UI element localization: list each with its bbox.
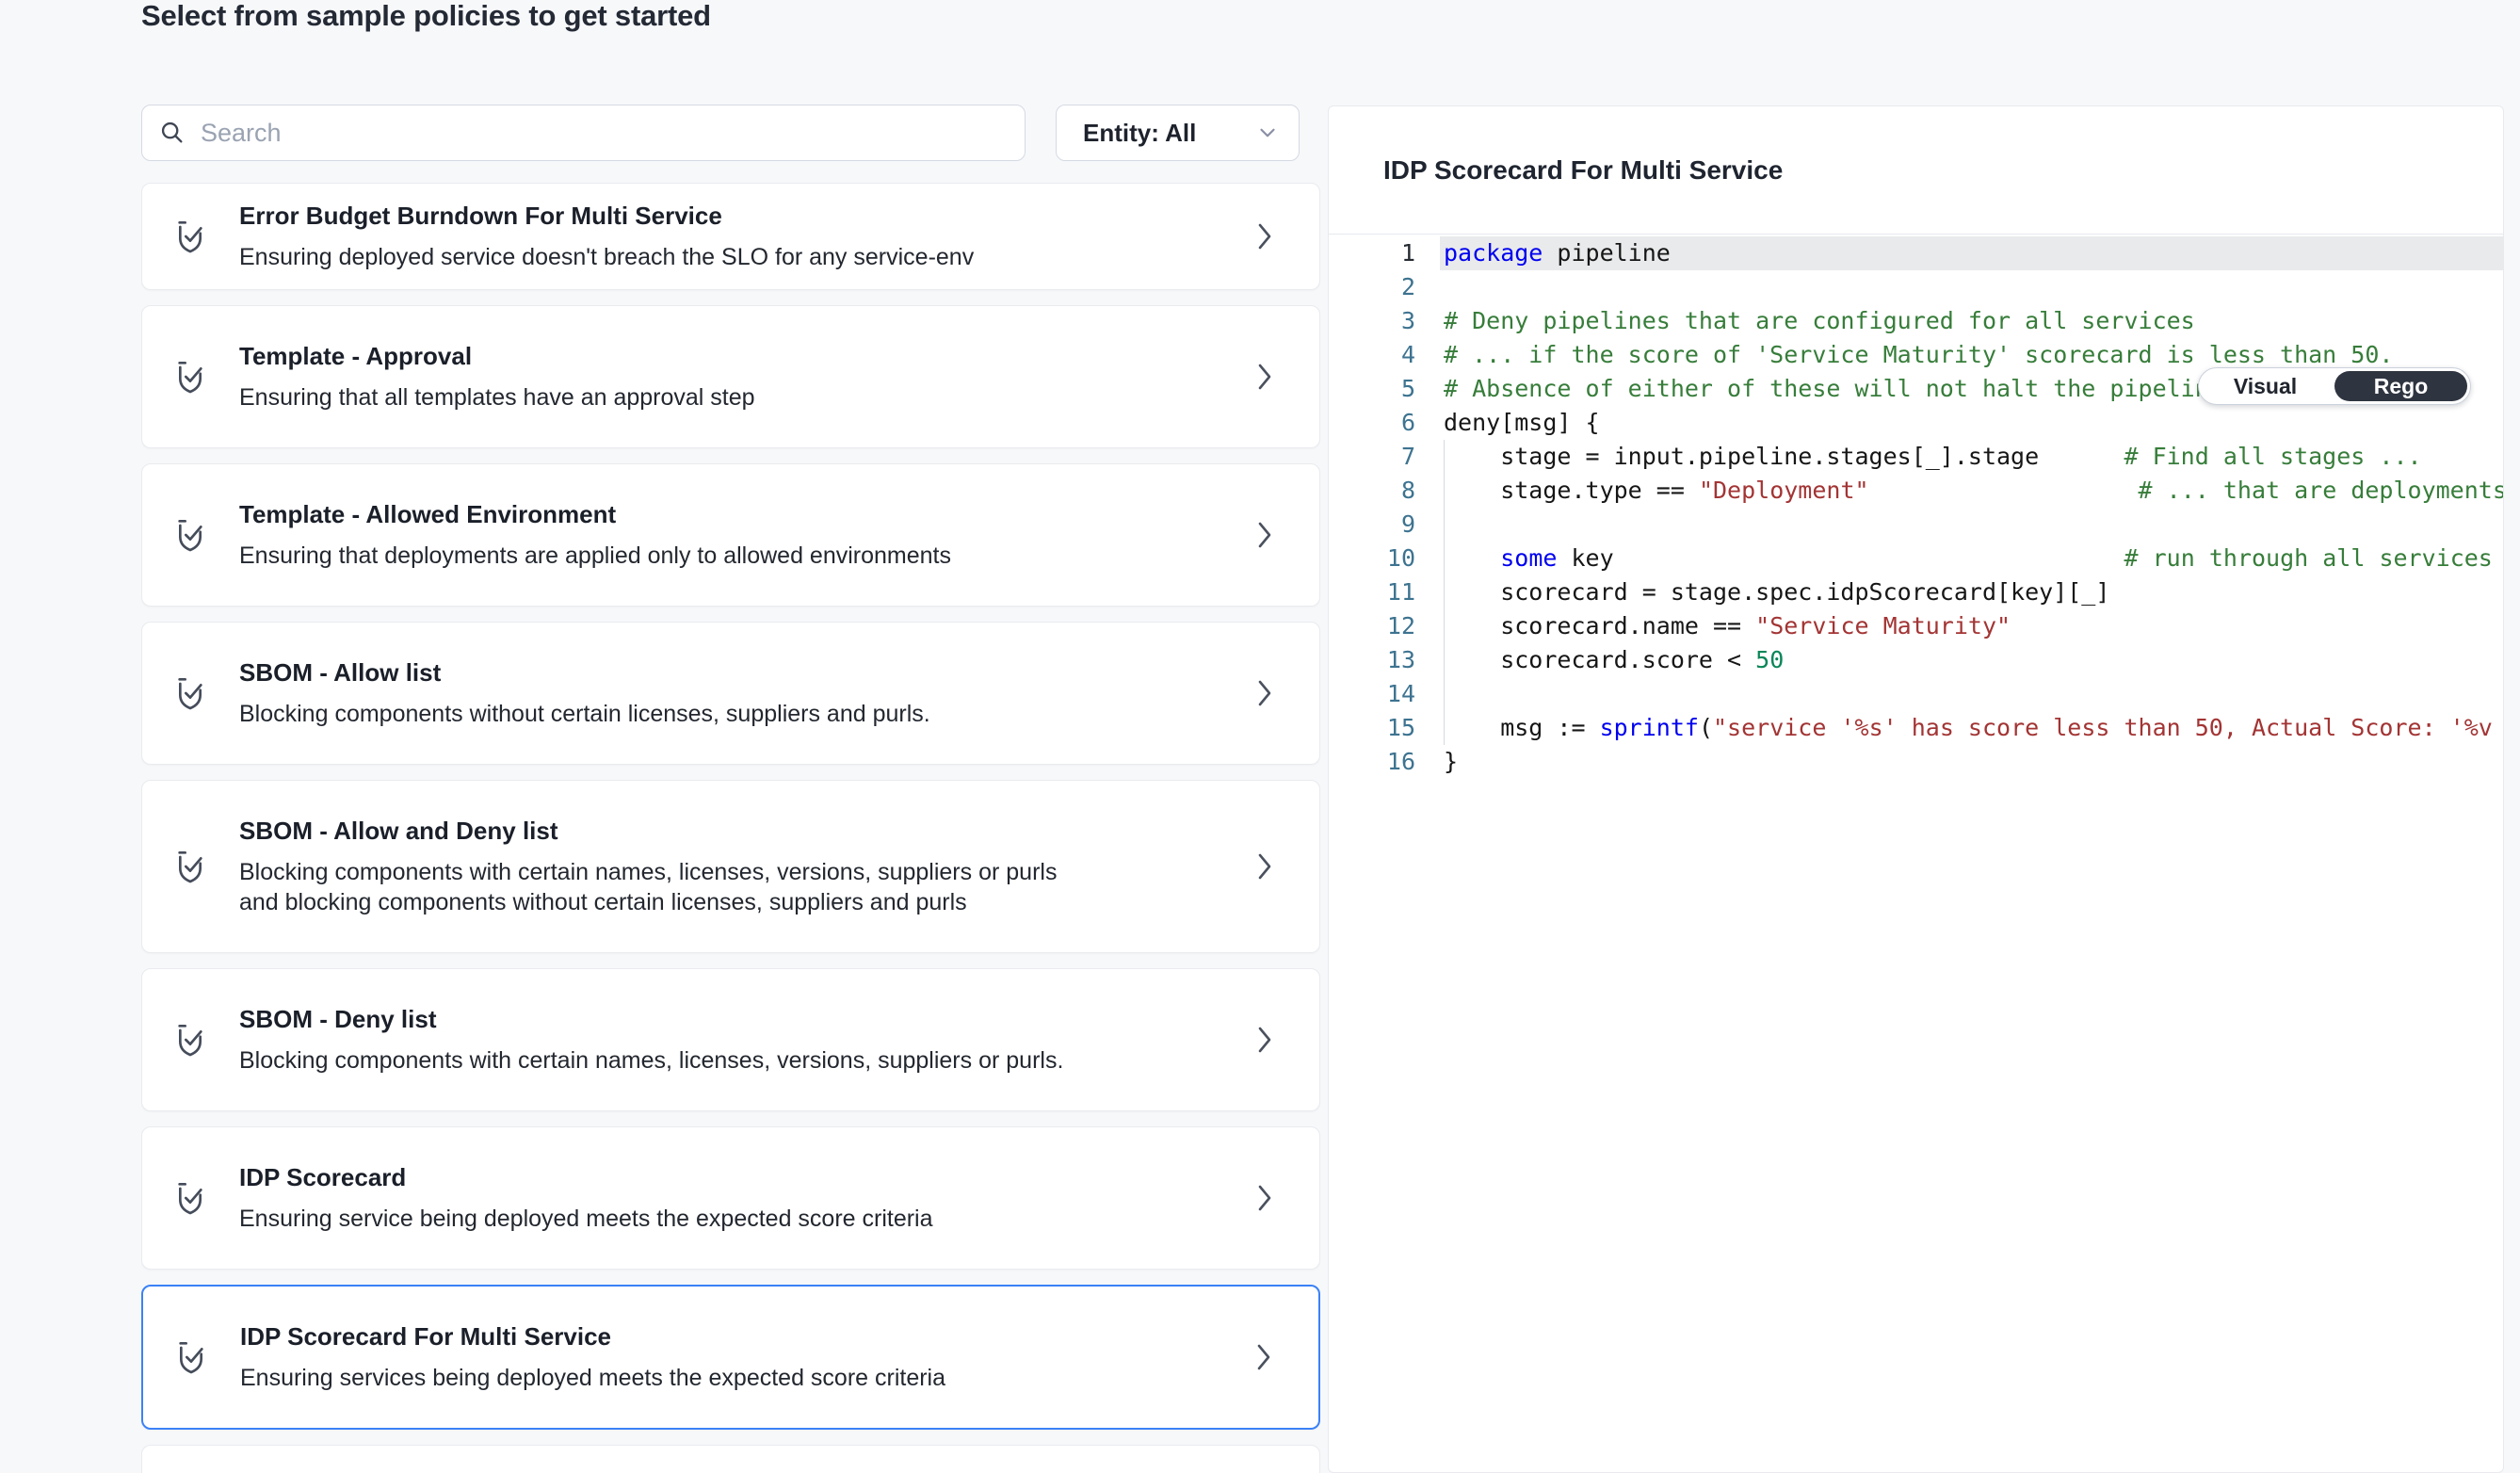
code-line: 3# Deny pipelines that are configured fo… — [1329, 304, 2503, 338]
shield-check-icon — [175, 516, 205, 554]
policy-card[interactable]: Template - Approval Ensuring that all te… — [141, 305, 1320, 448]
shield-check-icon — [175, 848, 205, 885]
code-line: 12 scorecard.name == "Service Maturity" — [1329, 609, 2503, 643]
line-number: 16 — [1329, 745, 1415, 779]
policy-card[interactable]: IDP Scorecard For Multi Service Ensuring… — [141, 1285, 1320, 1430]
policy-title: IDP Scorecard For Multi Service — [240, 1321, 945, 1352]
shield-check-icon — [176, 1338, 206, 1376]
code-line: 7 stage = input.pipeline.stages[_].stage… — [1329, 440, 2503, 474]
code-line: 11 scorecard = stage.spec.idpScorecard[k… — [1329, 575, 2503, 609]
line-number: 8 — [1329, 474, 1415, 508]
code-line: 16} — [1329, 745, 2503, 779]
policy-card[interactable]: Error Budget Burndown For Multi Service … — [141, 183, 1320, 290]
policy-description: Ensuring deployed service doesn't breach… — [239, 242, 974, 272]
policy-title: SBOM - Allow and Deny list — [239, 816, 1068, 846]
policy-title: SBOM - Allow list — [239, 657, 930, 688]
line-number: 7 — [1329, 440, 1415, 474]
policy-card-partial[interactable] — [141, 1445, 1320, 1473]
code-line: 9 — [1329, 508, 2503, 542]
shield-check-icon — [175, 358, 205, 396]
policy-description: Ensuring that all templates have an appr… — [239, 382, 755, 413]
code-lines: 1package pipeline23# Deny pipelines that… — [1329, 236, 2503, 779]
policy-card[interactable]: SBOM - Allow and Deny list Blocking comp… — [141, 780, 1320, 953]
search-input[interactable] — [201, 119, 1008, 148]
policy-title: SBOM - Deny list — [239, 1004, 1063, 1034]
line-number: 12 — [1329, 609, 1415, 643]
line-number: 3 — [1329, 304, 1415, 338]
chevron-right-icon — [1255, 1182, 1274, 1214]
preview-title: IDP Scorecard For Multi Service — [1383, 155, 1783, 186]
policy-description: Blocking components without certain lice… — [239, 699, 930, 729]
line-number: 9 — [1329, 508, 1415, 542]
policy-description: Blocking components with certain names, … — [239, 1045, 1063, 1076]
policy-title: Error Budget Burndown For Multi Service — [239, 201, 974, 231]
policy-description: Ensuring services being deployed meets t… — [240, 1363, 945, 1393]
shield-check-icon — [175, 674, 205, 712]
line-number: 5 — [1329, 372, 1415, 406]
shield-check-icon — [175, 1021, 205, 1059]
visual-rego-toggle: Visual Rego — [2198, 367, 2471, 405]
chevron-right-icon — [1255, 519, 1274, 551]
policy-description: Ensuring that deployments are applied on… — [239, 541, 951, 571]
code-editor: 1package pipeline23# Deny pipelines that… — [1329, 235, 2503, 779]
policy-list: Error Budget Burndown For Multi Service … — [141, 183, 1320, 1473]
code-line: 1package pipeline — [1329, 236, 2503, 270]
code-line: 14 — [1329, 677, 2503, 711]
policy-title: IDP Scorecard — [239, 1162, 933, 1192]
page-title: Select from sample policies to get start… — [141, 0, 711, 34]
entity-filter-dropdown[interactable]: Entity: All — [1056, 105, 1300, 161]
policy-description: Ensuring service being deployed meets th… — [239, 1204, 933, 1234]
line-number: 13 — [1329, 643, 1415, 677]
chevron-right-icon — [1255, 220, 1274, 252]
code-line: 8 stage.type == "Deployment" # ... that … — [1329, 474, 2503, 508]
code-line: 13 scorecard.score < 50 — [1329, 643, 2503, 677]
line-number: 4 — [1329, 338, 1415, 372]
line-number: 11 — [1329, 575, 1415, 609]
policy-title: Template - Approval — [239, 341, 755, 371]
policy-card[interactable]: IDP Scorecard Ensuring service being dep… — [141, 1126, 1320, 1270]
code-line: 10 some key # run through all services — [1329, 542, 2503, 575]
toggle-option-rego[interactable]: Rego — [2334, 371, 2467, 401]
policy-title: Template - Allowed Environment — [239, 499, 951, 529]
chevron-right-icon — [1254, 1341, 1273, 1373]
policy-description: Blocking components with certain names, … — [239, 857, 1068, 917]
chevron-right-icon — [1255, 1024, 1274, 1056]
policy-card[interactable]: SBOM - Deny list Blocking components wit… — [141, 968, 1320, 1111]
policy-card[interactable]: SBOM - Allow list Blocking components wi… — [141, 622, 1320, 765]
code-line: 15 msg := sprintf("service '%s' has scor… — [1329, 711, 2503, 745]
line-number: 6 — [1329, 406, 1415, 440]
code-line: 2 — [1329, 270, 2503, 304]
line-number: 1 — [1329, 236, 1415, 270]
entity-filter-label: Entity: All — [1083, 119, 1255, 148]
policy-card[interactable]: Template - Allowed Environment Ensuring … — [141, 463, 1320, 607]
chevron-right-icon — [1255, 850, 1274, 882]
policy-preview-panel: IDP Scorecard For Multi Service 1package… — [1328, 105, 2504, 1473]
shield-check-icon — [175, 1179, 205, 1217]
search-icon — [159, 120, 186, 146]
code-line: 6deny[msg] { — [1329, 406, 2503, 440]
chevron-right-icon — [1255, 361, 1274, 393]
chevron-down-icon — [1255, 121, 1280, 145]
preview-header: IDP Scorecard For Multi Service — [1329, 106, 2503, 235]
line-number: 10 — [1329, 542, 1415, 575]
line-number: 14 — [1329, 677, 1415, 711]
line-number: 2 — [1329, 270, 1415, 304]
indent-guide — [1444, 440, 1445, 745]
toggle-option-visual[interactable]: Visual — [2199, 368, 2332, 404]
shield-check-icon — [175, 218, 205, 255]
search-box[interactable] — [141, 105, 1026, 161]
chevron-right-icon — [1255, 677, 1274, 709]
line-number: 15 — [1329, 711, 1415, 745]
